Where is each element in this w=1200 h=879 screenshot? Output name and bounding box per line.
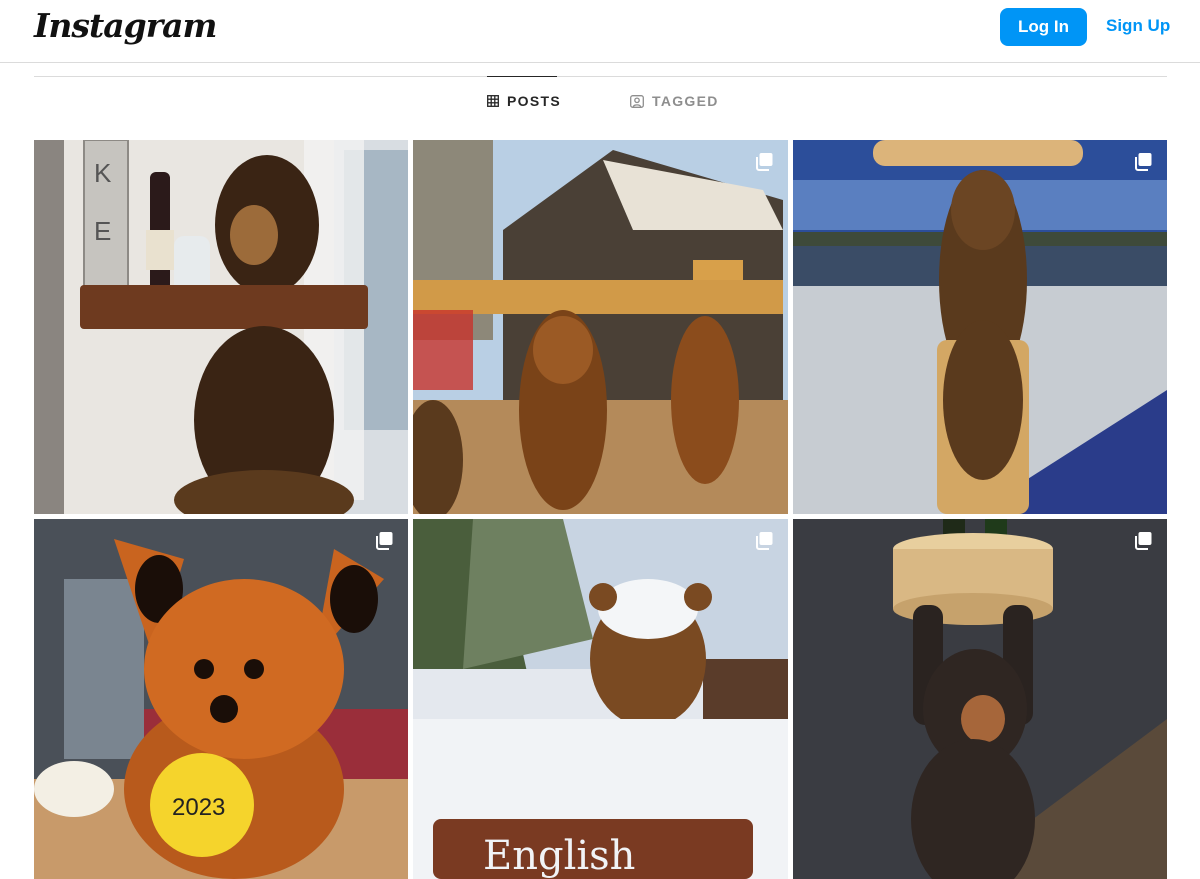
svg-text:E: E: [94, 216, 111, 246]
ball-year-text: 2023: [172, 794, 225, 821]
post-tile[interactable]: [793, 140, 1167, 514]
post-tile[interactable]: K E: [34, 140, 408, 514]
instagram-logo[interactable]: Instagram: [34, 6, 217, 45]
svg-text:K: K: [94, 158, 112, 188]
tab-posts-label: POSTS: [507, 93, 561, 109]
multiple-photos-icon: [756, 153, 773, 171]
post-tile[interactable]: English: [413, 519, 788, 879]
tab-tagged-label: TAGGED: [652, 93, 719, 109]
top-navigation-bar: Instagram Log In Sign Up: [0, 0, 1200, 63]
multiple-photos-icon: [1135, 153, 1152, 171]
multiple-photos-icon: [376, 532, 393, 550]
post-image: [793, 140, 1167, 514]
post-tile[interactable]: 2023: [34, 519, 408, 879]
post-tile[interactable]: [793, 519, 1167, 879]
post-image: K E: [34, 140, 408, 514]
posts-grid: K E 2023 English: [34, 140, 1167, 879]
post-image: [793, 519, 1167, 879]
tab-tagged[interactable]: TAGGED: [630, 76, 719, 126]
post-image: [413, 140, 788, 514]
post-image: 2023: [34, 519, 408, 879]
sign-up-link[interactable]: Sign Up: [1106, 16, 1170, 36]
multiple-photos-icon: [1135, 532, 1152, 550]
post-image: English: [413, 519, 788, 879]
profile-divider: [34, 76, 1167, 77]
tagged-person-icon: [630, 94, 644, 108]
post-tile[interactable]: [413, 140, 788, 514]
log-in-button[interactable]: Log In: [1000, 8, 1087, 46]
multiple-photos-icon: [756, 532, 773, 550]
tab-posts[interactable]: POSTS: [487, 76, 561, 126]
sign-text: English: [483, 833, 635, 879]
grid-icon: [487, 95, 499, 107]
